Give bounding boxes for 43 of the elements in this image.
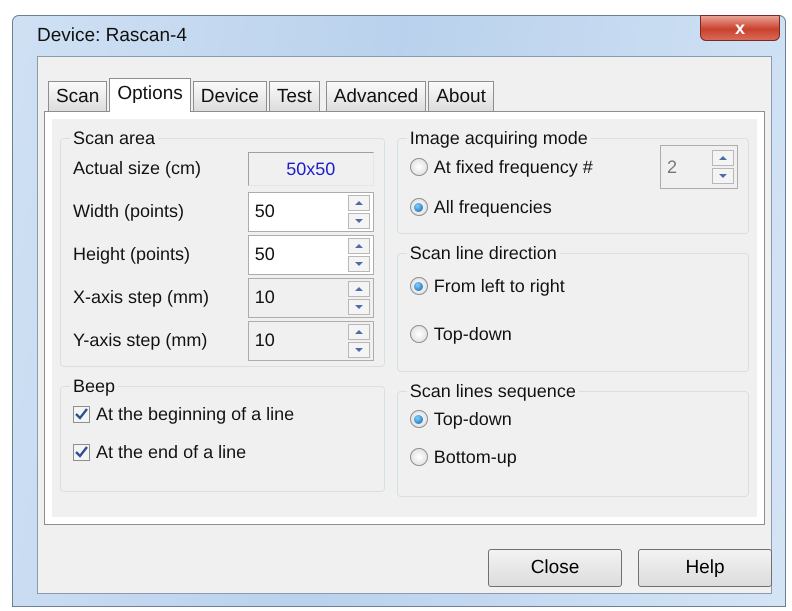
spin-down-icon[interactable] [348, 256, 370, 272]
radio-button[interactable] [410, 448, 428, 466]
option-label: At the end of a line [96, 440, 246, 464]
option-label: At the beginning of a line [96, 402, 294, 426]
spin-down-icon[interactable] [348, 212, 370, 228]
checkbox[interactable] [73, 444, 90, 460]
close-button[interactable]: Close [488, 549, 622, 587]
radio-button[interactable] [410, 277, 428, 295]
field-label: X-axis step (mm) [73, 286, 210, 309]
field-label: Actual size (cm) [73, 157, 202, 180]
radio-button[interactable] [410, 410, 428, 428]
tab[interactable]: Options [109, 78, 191, 112]
field-label: Height (points) [73, 243, 190, 266]
tab[interactable]: Scan [48, 81, 108, 111]
radio-button[interactable] [410, 158, 428, 176]
option-label: All frequencies [434, 196, 552, 219]
window-close-button[interactable]: x [700, 15, 780, 41]
help-button[interactable]: Help [638, 549, 772, 587]
option-label: Bottom-up [434, 446, 517, 469]
field-label: Width (points) [73, 200, 184, 223]
spin-field[interactable]: 50 [248, 192, 374, 232]
size-display: 50x50 [248, 152, 374, 186]
group-title: Beep [72, 377, 116, 395]
spin-up-icon[interactable] [348, 194, 370, 210]
option-label: At fixed frequency # [434, 156, 593, 179]
spin-field[interactable]: 50 [248, 234, 374, 274]
group-title: Scan lines sequence [408, 382, 577, 400]
radio-button[interactable] [410, 198, 428, 216]
group-title: Scan area [72, 129, 156, 147]
radio-button[interactable] [410, 325, 428, 343]
group-title: Image acquiring mode [408, 129, 589, 147]
checkbox[interactable] [73, 406, 90, 422]
option-label: Top-down [434, 322, 512, 346]
window-title: Device: Rascan-4 [37, 24, 187, 48]
tab[interactable]: About [428, 81, 494, 111]
field-label: Y-axis step (mm) [73, 329, 208, 352]
tab[interactable]: Device [192, 81, 267, 111]
option-label: Top-down [434, 408, 512, 431]
group-title: Scan line direction [408, 244, 558, 262]
tab[interactable]: Advanced [326, 81, 426, 111]
option-label: From left to right [434, 274, 565, 298]
spin-up-icon[interactable] [348, 238, 370, 254]
tab[interactable]: Test [268, 81, 320, 111]
